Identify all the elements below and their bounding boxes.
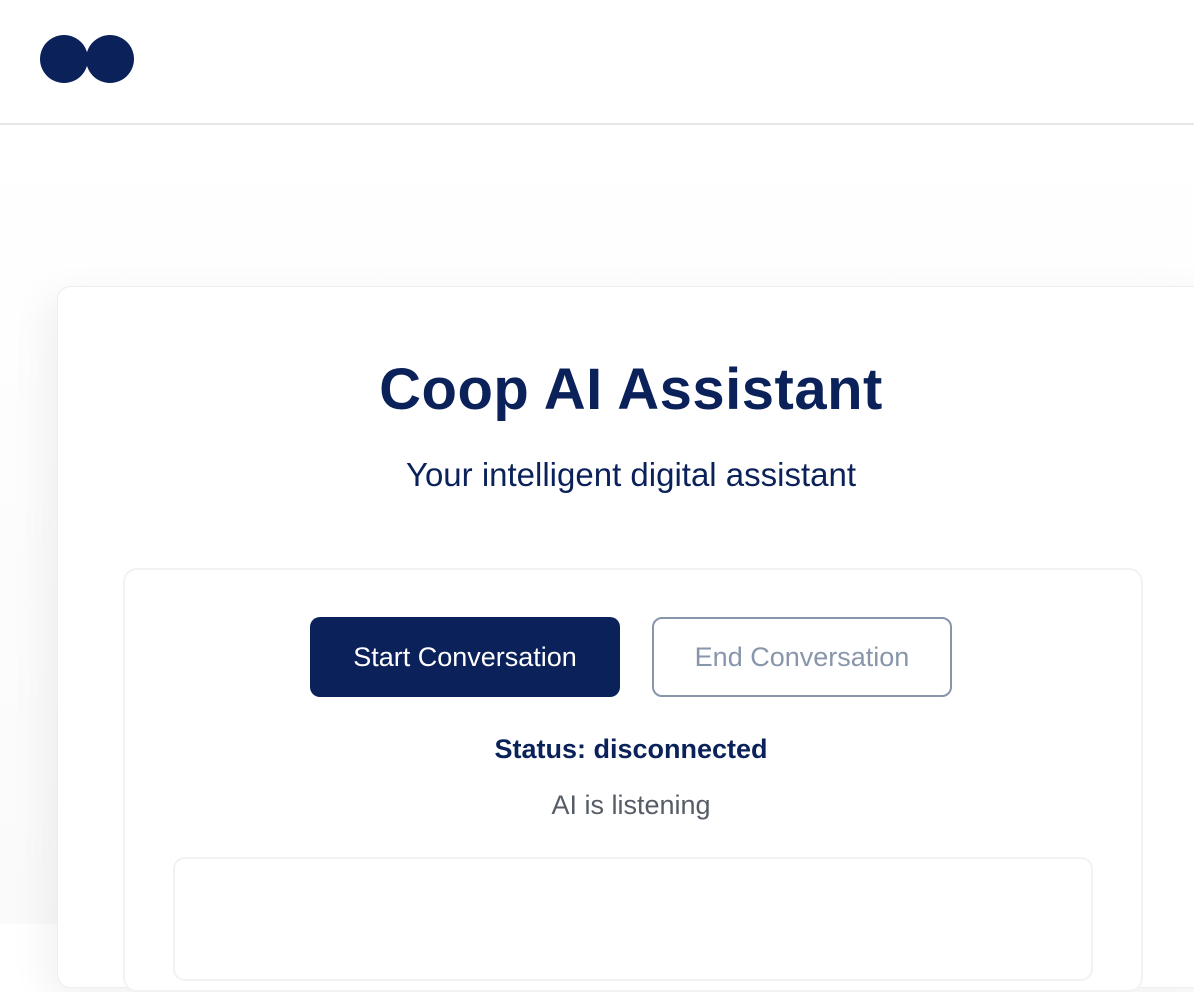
- page-title: Coop AI Assistant: [379, 357, 883, 422]
- logo-dot-right-icon: [86, 35, 134, 83]
- transcript-area: [173, 857, 1093, 981]
- end-conversation-button[interactable]: End Conversation: [652, 617, 952, 697]
- page-subtitle: Your intelligent digital assistant: [405, 456, 857, 493]
- status-value: disconnected: [593, 734, 768, 764]
- logo-dot-left-icon: [40, 35, 88, 83]
- logo[interactable]: [40, 35, 134, 83]
- status-prefix: Status:: [494, 734, 586, 764]
- top-header: [0, 0, 1194, 125]
- start-conversation-button[interactable]: Start Conversation: [310, 617, 620, 697]
- listening-indicator: AI is listening: [551, 790, 711, 820]
- status-text: Status: disconnected: [123, 732, 1139, 766]
